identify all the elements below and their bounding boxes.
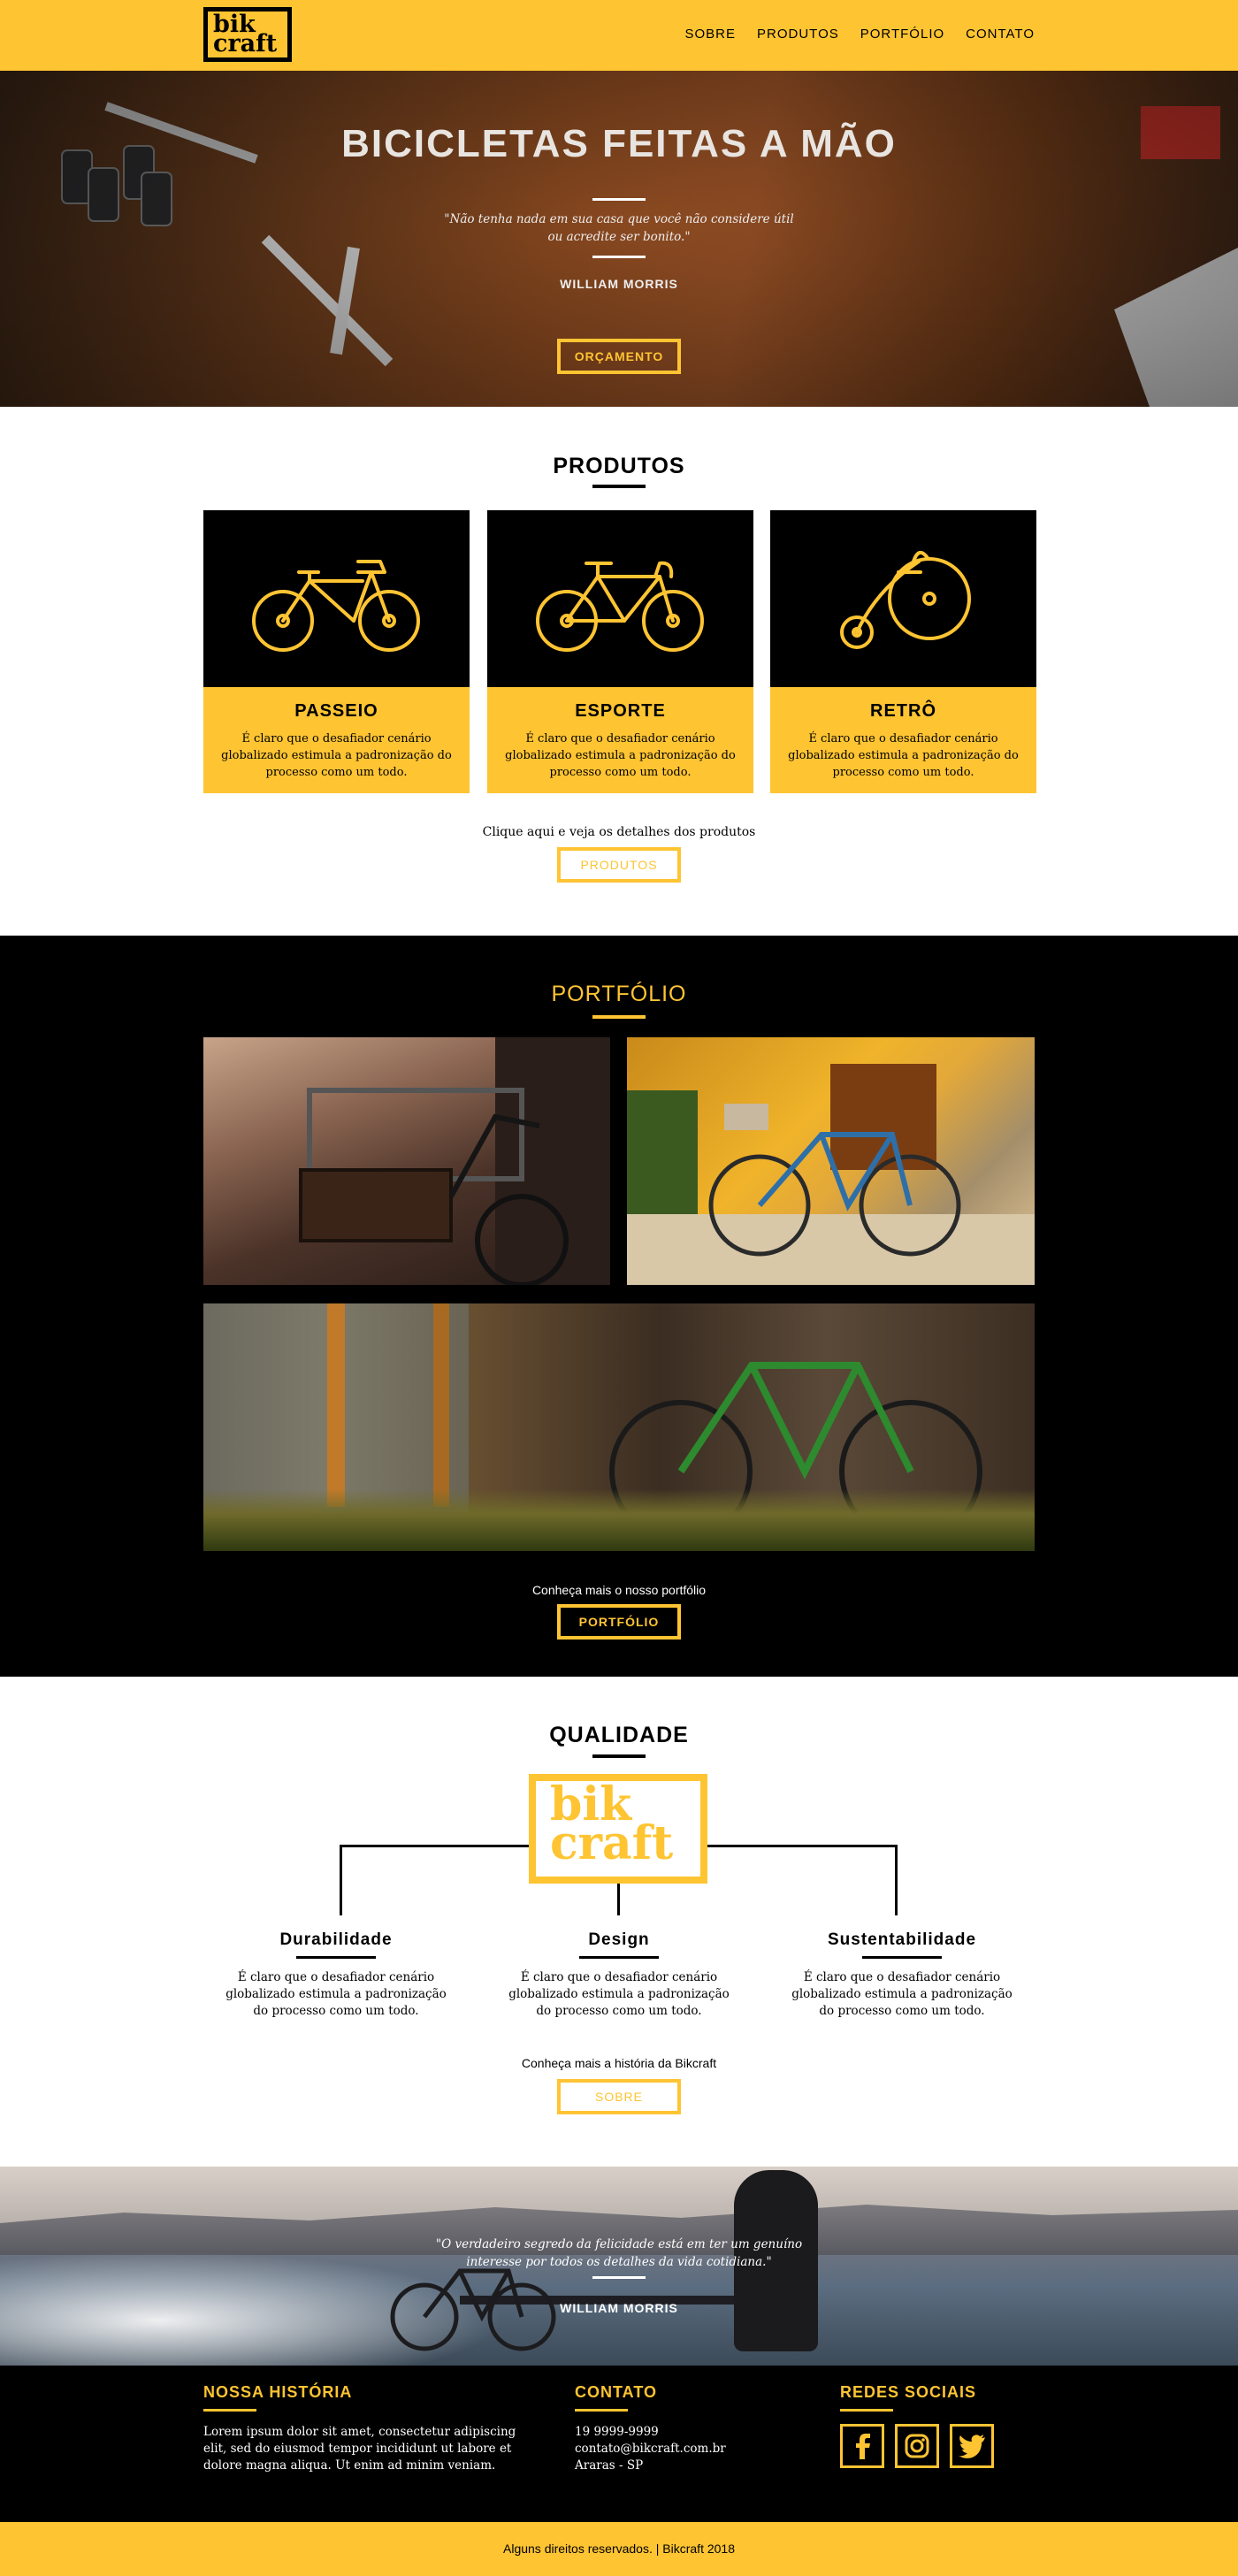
contato-details: 19 9999-9999 contato@bikcraft.com.br Ara… (575, 2424, 769, 2474)
portfolio-section: PORTFÓLIO Conheça mais o nosso portfólio… (0, 936, 1238, 1677)
facebook-icon[interactable] (840, 2424, 884, 2468)
logo-text-craft: craft (550, 1816, 674, 1870)
blue-bike-image (627, 1064, 1035, 1285)
footer-quote-divider (592, 2276, 646, 2279)
contato-email[interactable]: contato@bikcraft.com.br (575, 2442, 726, 2456)
penny-farthing-icon (840, 551, 971, 649)
product-info: ESPORTE É claro que o desafiador cenário… (487, 687, 753, 793)
footer-social: REDES SOCIAIS (840, 2383, 1035, 2468)
portfolio-cta-text: Conheça mais o nosso portfólio (531, 1583, 707, 1597)
portfolio-underline (592, 1015, 646, 1019)
connector-left (340, 1845, 529, 1847)
quality-description: É claro que o desafiador cenário globali… (508, 1970, 730, 2018)
connector-center-down (617, 1884, 620, 1915)
sobre-button[interactable]: SOBRE (557, 2079, 681, 2114)
social-links (840, 2424, 1035, 2468)
bikcraft-logo[interactable]: bik craft (203, 7, 292, 62)
hero-title: BICICLETAS FEITAS A MÃO (341, 122, 897, 165)
hero-divider-top (592, 198, 646, 201)
footer-quote: "O verdadeiro segredo da felicidade está… (435, 2237, 803, 2269)
historia-underline (203, 2409, 256, 2412)
street-bikes-image (299, 1037, 610, 1285)
nav-contato[interactable]: CONTATO (966, 27, 1035, 42)
connector-right (707, 1845, 897, 1847)
product-image (203, 510, 470, 687)
instagram-icon[interactable] (895, 2424, 939, 2468)
social-title: REDES SOCIAIS (840, 2383, 977, 2401)
product-card-retro[interactable]: RETRÔ É claro que o desafiador cenário g… (770, 510, 1036, 793)
orcamento-button[interactable]: ORÇAMENTO (557, 339, 681, 374)
produtos-title: PRODUTOS (553, 454, 685, 478)
product-name: PASSEIO (294, 701, 378, 721)
quality-underline (862, 1956, 942, 1959)
sport-bike-icon (536, 561, 704, 652)
hero-quote: "Não tenha nada em sua casa que você não… (444, 212, 794, 244)
logo-text-craft: craft (213, 30, 278, 57)
product-name: ESPORTE (575, 701, 666, 721)
twitter-icon[interactable] (950, 2424, 994, 2468)
bikcraft-quality-logo: bik craft (529, 1774, 707, 1884)
produtos-button[interactable]: PRODUTOS (557, 847, 681, 883)
portfolio-photo-street-bikes[interactable] (203, 1037, 610, 1285)
product-info: PASSEIO É claro que o desafiador cenário… (203, 687, 470, 793)
product-card-esporte[interactable]: ESPORTE É claro que o desafiador cenário… (487, 510, 753, 793)
site-footer: NOSSA HISTÓRIA Lorem ipsum dolor sit ame… (0, 2366, 1238, 2522)
historia-text: Lorem ipsum dolor sit amet, consectetur … (203, 2425, 516, 2473)
nav-sobre[interactable]: SOBRE (685, 27, 737, 42)
contato-underline (575, 2409, 628, 2412)
site-header: bik craft SOBRE PRODUTOS PORTFÓLIO CONTA… (0, 0, 1238, 71)
produtos-underline (592, 485, 646, 488)
qualidade-underline (592, 1754, 646, 1758)
quality-heading: Durabilidade (279, 1930, 393, 1949)
product-name: RETRÔ (870, 701, 936, 721)
hero-banner: BICICLETAS FEITAS A MÃO "Não tenha nada … (0, 71, 1238, 407)
quality-sustentabilidade: Sustentabilidade É claro que o desafiado… (791, 1930, 1013, 2020)
connector-left-down (340, 1845, 342, 1915)
connector-right-down (895, 1845, 898, 1915)
portfolio-photo-blue-bike[interactable] (627, 1037, 1035, 1285)
social-underline (840, 2409, 893, 2412)
portfolio-photo-green-bike[interactable] (203, 1303, 1035, 1551)
quality-heading: Design (588, 1930, 650, 1949)
product-description: É claro que o desafiador cenário globali… (505, 732, 736, 779)
contato-city: Araras - SP (575, 2458, 644, 2473)
product-description: É claro que o desafiador cenário globali… (788, 732, 1019, 779)
hero-divider-bottom (592, 256, 646, 258)
quality-heading: Sustentabilidade (827, 1930, 977, 1949)
quote-banner: "O verdadeiro segredo da felicidade está… (0, 2167, 1238, 2366)
portfolio-button[interactable]: PORTFÓLIO (557, 1604, 681, 1640)
product-card-passeio[interactable]: PASSEIO É claro que o desafiador cenário… (203, 510, 470, 793)
nav-portfolio[interactable]: PORTFÓLIO (860, 27, 944, 42)
footer-quote-author: WILLIAM MORRIS (560, 2301, 678, 2315)
quality-design: Design É claro que o desafiador cenário … (508, 1930, 730, 2020)
main-nav: SOBRE PRODUTOS PORTFÓLIO CONTATO (685, 27, 1035, 42)
contato-phone[interactable]: 19 9999-9999 (575, 2425, 659, 2439)
produtos-cta-text: Clique aqui e veja os detalhes dos produ… (482, 825, 756, 839)
quality-underline (296, 1956, 376, 1959)
contato-title: CONTATO (575, 2383, 657, 2401)
portfolio-title: PORTFÓLIO (551, 982, 687, 1006)
product-info: RETRÔ É claro que o desafiador cenário g… (770, 687, 1036, 793)
product-description: É claro que o desafiador cenário globali… (221, 732, 452, 779)
footer-contato: CONTATO 19 9999-9999 contato@bikcraft.co… (575, 2383, 769, 2474)
product-image (770, 510, 1036, 687)
quality-description: É claro que o desafiador cenário globali… (225, 1970, 447, 2018)
quality-underline (579, 1956, 659, 1959)
quality-durabilidade: Durabilidade É claro que o desafiador ce… (225, 1930, 447, 2020)
historia-title: NOSSA HISTÓRIA (203, 2383, 353, 2401)
hero-author: WILLIAM MORRIS (560, 277, 678, 291)
city-bike-icon (252, 560, 420, 652)
product-image (487, 510, 753, 687)
nav-produtos[interactable]: PRODUTOS (757, 27, 839, 42)
qualidade-title: QUALIDADE (549, 1723, 689, 1747)
footer-historia: NOSSA HISTÓRIA Lorem ipsum dolor sit ame… (203, 2383, 522, 2474)
qualidade-cta-text: Conheça mais a história da Bikcraft (521, 2056, 717, 2070)
copyright-bar: Alguns direitos reservados. | Bikcraft 2… (0, 2522, 1238, 2576)
quality-description: É claro que o desafiador cenário globali… (791, 1970, 1013, 2018)
grass-overlay (203, 1489, 1035, 1551)
